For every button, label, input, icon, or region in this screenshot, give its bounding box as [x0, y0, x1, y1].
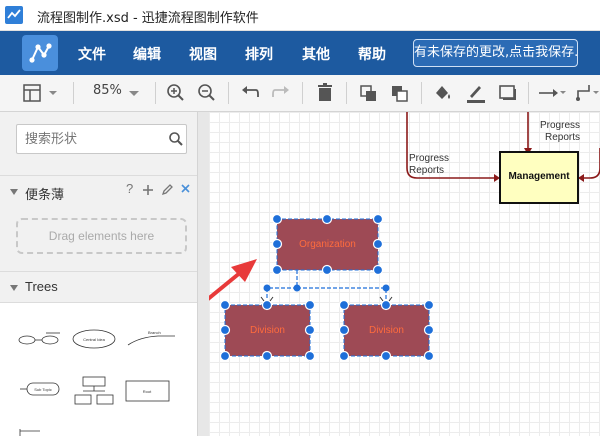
management-label: Management	[508, 171, 570, 182]
org-tree-thumbnail[interactable]	[74, 376, 114, 405]
unsaved-changes-button[interactable]: 有未保存的更改,点击我保存.	[413, 39, 578, 67]
help-icon[interactable]: ?	[126, 181, 133, 196]
waypoint-handle[interactable]	[263, 284, 271, 292]
central-idea-thumbnail[interactable]: Central Idea	[72, 329, 116, 349]
sub-topic-thumbnail[interactable]: Sub Topic	[20, 382, 60, 396]
undo-icon[interactable]	[240, 81, 260, 105]
trees-header[interactable]: Trees	[0, 271, 197, 301]
mindmap-thumbnail[interactable]	[18, 332, 60, 345]
trees-shape-palette: Central Idea Branch Sub Topic Root	[0, 302, 197, 436]
waypoint-style-icon[interactable]	[575, 81, 600, 105]
app-icon	[5, 6, 23, 24]
division-left-label: Division	[249, 325, 285, 336]
collapse-triangle-icon[interactable]	[9, 187, 19, 197]
connector-line[interactable]	[579, 148, 600, 179]
division-right-label: Division	[368, 325, 404, 336]
line-color-icon[interactable]	[465, 81, 487, 105]
menu-edit[interactable]: 编辑	[133, 44, 161, 64]
title-bar: 流程图制作.xsd - 迅捷流程图制作软件	[0, 0, 600, 31]
format-panel-icon[interactable]	[22, 81, 62, 105]
connection-arrow-icon[interactable]	[537, 81, 567, 105]
toolbar: 85%	[0, 75, 600, 112]
menu-extras[interactable]: 其他	[302, 44, 330, 64]
to-back-icon[interactable]	[389, 81, 411, 105]
menu-view[interactable]: 视图	[189, 44, 217, 64]
scratchpad-drop-zone[interactable]: Drag elements here	[16, 218, 187, 254]
organization-label: Organization	[299, 239, 356, 250]
delete-icon[interactable]	[315, 81, 335, 105]
fill-color-icon[interactable]	[432, 81, 454, 105]
redo-icon[interactable]	[271, 81, 291, 105]
edit-pencil-icon[interactable]	[161, 183, 174, 196]
trees-title: Trees	[25, 279, 58, 294]
add-icon[interactable]	[142, 184, 154, 196]
root-thumb-label: Root	[143, 389, 152, 394]
zoom-select[interactable]: 85%	[93, 83, 122, 98]
app-logo-icon	[22, 35, 58, 71]
scratchpad-header[interactable]: 便条薄 ?	[0, 175, 197, 205]
waypoint-handle[interactable]	[293, 284, 301, 292]
search-icon[interactable]	[168, 131, 184, 147]
zoom-out-icon[interactable]	[197, 81, 217, 105]
shape-search-input[interactable]	[16, 124, 187, 154]
edge-label-progress-reports: Progress Reports	[540, 120, 581, 143]
diagram-canvas[interactable]: Management Organization Division Divisio…	[209, 112, 600, 436]
branch-thumbnail[interactable]: Branch	[127, 330, 175, 346]
zoom-in-icon[interactable]	[166, 81, 186, 105]
to-front-icon[interactable]	[358, 81, 380, 105]
edge-label-progress-reports: Progress Reports	[409, 153, 450, 176]
menu-help[interactable]: 帮助	[358, 44, 386, 64]
close-icon[interactable]	[180, 183, 191, 194]
window-title: 流程图制作.xsd - 迅捷流程图制作软件	[37, 11, 259, 26]
sub-topic-thumb-label: Sub Topic	[34, 387, 52, 392]
shadow-icon[interactable]	[497, 81, 519, 105]
menu-bar: 文件 编辑 视图 排列 其他 帮助 有未保存的更改,点击我保存.	[0, 31, 600, 75]
menu-file[interactable]: 文件	[78, 44, 106, 64]
waypoint-handle[interactable]	[382, 284, 390, 292]
chevron-down-icon[interactable]	[126, 81, 142, 105]
menu-arrange[interactable]: 排列	[245, 44, 273, 64]
scratchpad-title: 便条薄	[25, 188, 65, 203]
central-idea-thumb-label: Central Idea	[83, 337, 106, 342]
branch-thumb-label: Branch	[148, 330, 161, 335]
collapse-triangle-icon[interactable]	[9, 283, 19, 293]
root-thumbnail[interactable]: Root	[125, 380, 170, 402]
sidebar-scrollbar[interactable]	[197, 112, 209, 436]
